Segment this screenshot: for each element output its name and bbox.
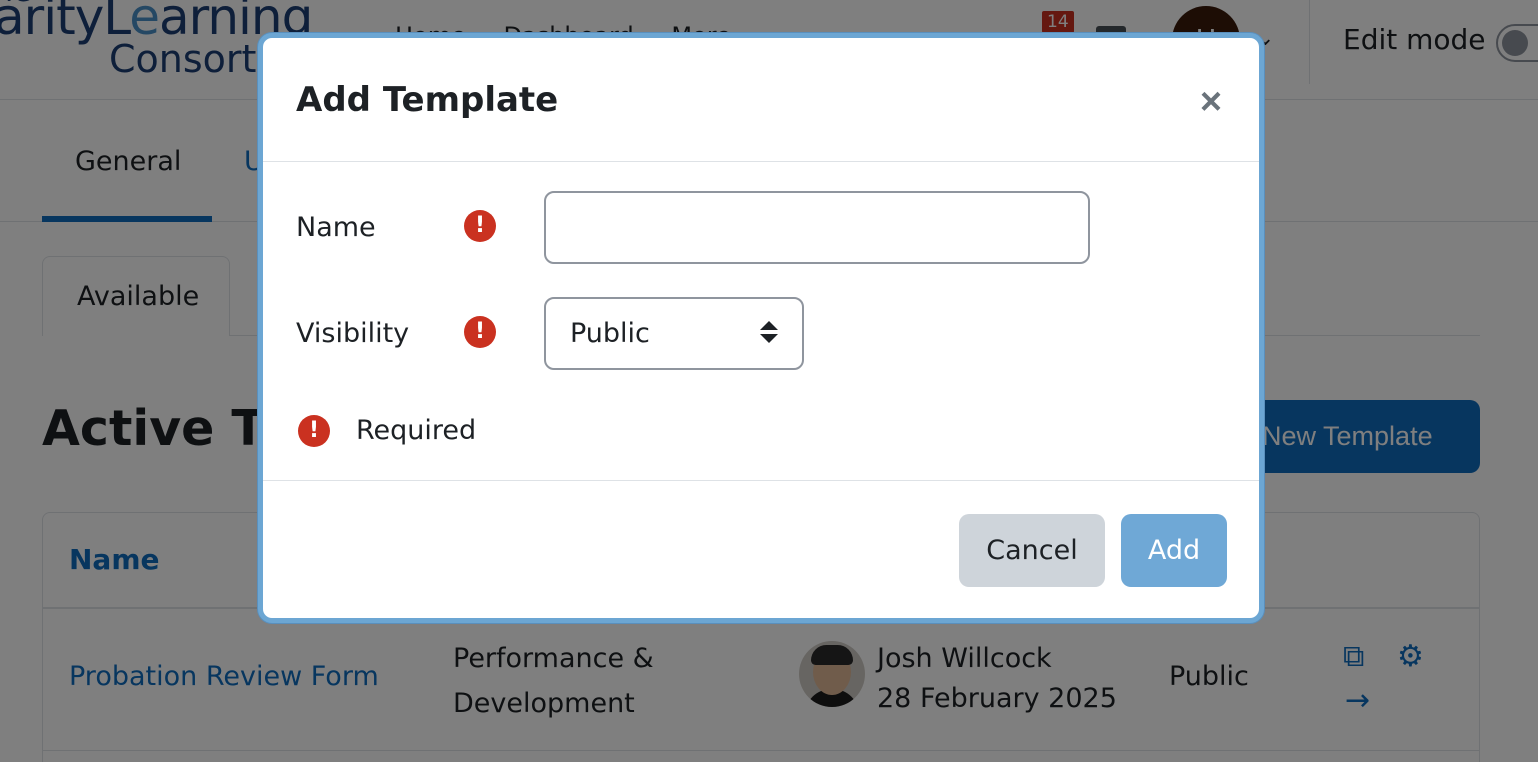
modal-header: Add Template × bbox=[263, 38, 1259, 162]
required-icon: ! bbox=[464, 210, 496, 242]
select-arrows-icon bbox=[760, 321, 778, 345]
visibility-select[interactable]: Public bbox=[544, 297, 804, 370]
required-legend: ! Required bbox=[296, 411, 696, 451]
required-icon: ! bbox=[464, 316, 496, 348]
required-legend-text: Required bbox=[356, 415, 477, 446]
visibility-label: Visibility bbox=[296, 318, 410, 349]
select-arrow-down bbox=[760, 334, 778, 343]
close-icon[interactable]: × bbox=[1191, 82, 1231, 122]
required-icon: ! bbox=[298, 415, 330, 447]
cancel-button[interactable]: Cancel bbox=[959, 514, 1105, 587]
modal-footer: Cancel Add bbox=[263, 480, 1259, 618]
select-arrow-up bbox=[760, 321, 778, 330]
add-button[interactable]: Add bbox=[1121, 514, 1227, 587]
add-template-modal: Add Template × Name ! Visibility ! Publi… bbox=[258, 33, 1264, 623]
name-label: Name bbox=[296, 212, 376, 243]
visibility-form-row: Visibility ! Public bbox=[296, 297, 1236, 371]
name-input[interactable] bbox=[544, 191, 1090, 264]
visibility-selected-value: Public bbox=[570, 318, 650, 349]
name-form-row: Name ! bbox=[296, 191, 1236, 265]
modal-title: Add Template bbox=[296, 80, 559, 120]
